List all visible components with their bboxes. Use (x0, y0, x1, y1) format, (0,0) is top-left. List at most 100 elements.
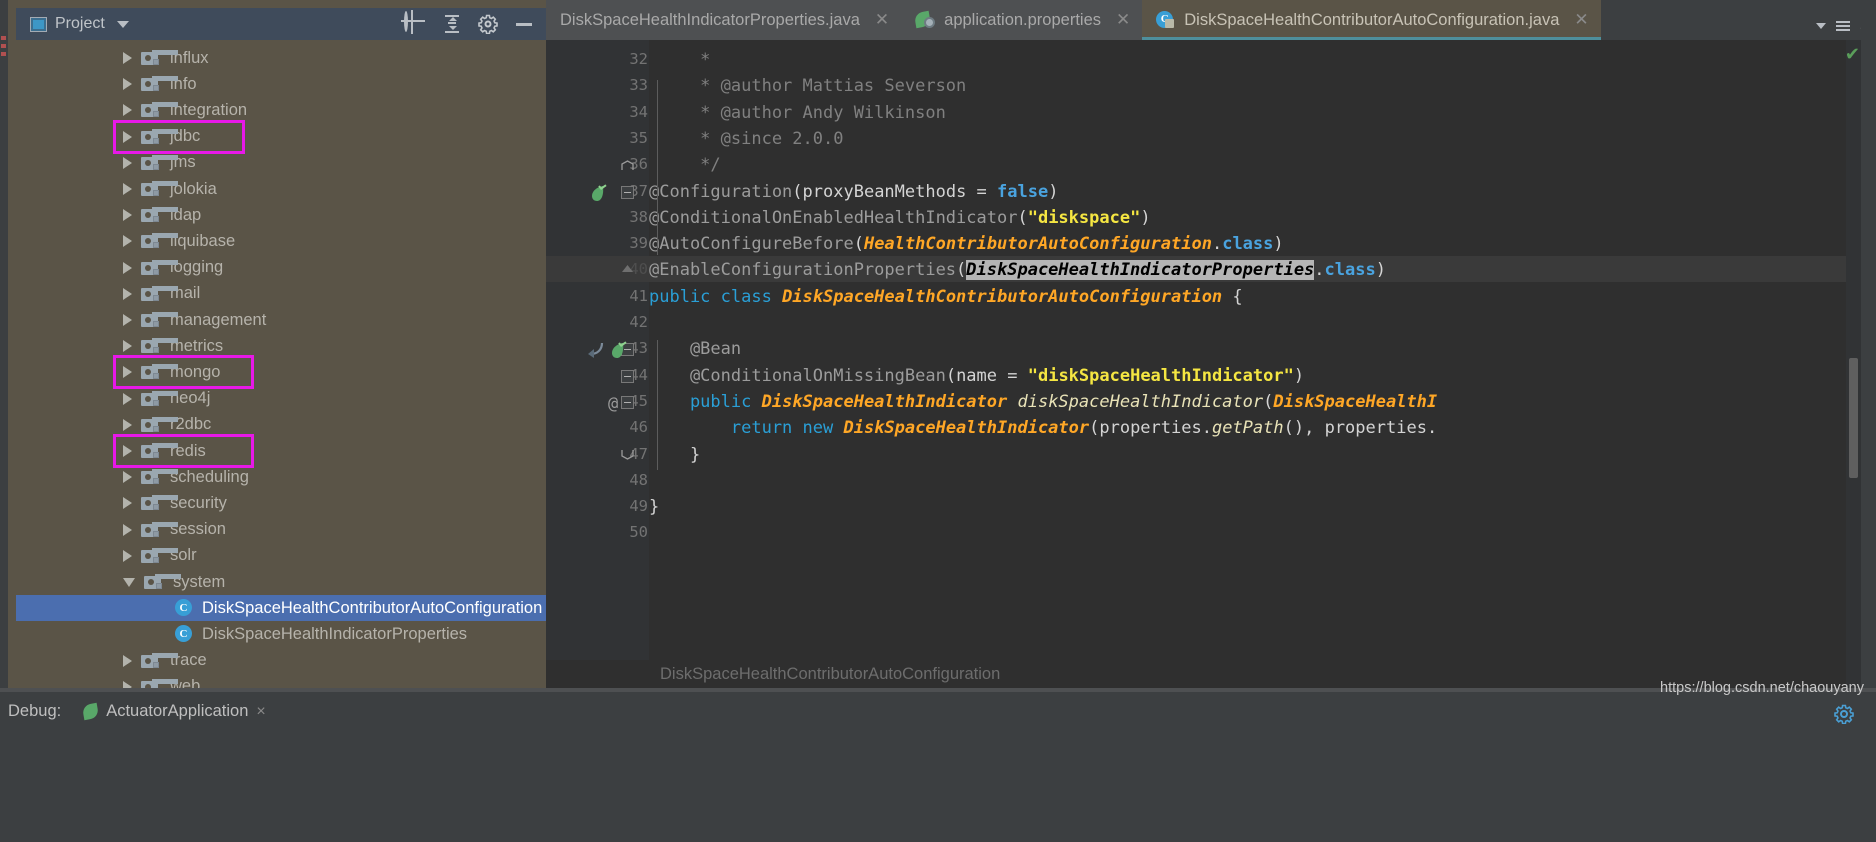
tree-folder-item[interactable]: security (16, 490, 546, 516)
spring-bean-icon[interactable] (608, 341, 627, 360)
code-token: false (997, 181, 1049, 202)
bottom-settings-gear-icon[interactable] (1834, 704, 1854, 724)
chevron-right-icon[interactable] (123, 680, 132, 688)
code-fold-marker[interactable] (621, 395, 634, 409)
close-icon[interactable]: × (256, 703, 265, 721)
chevron-down-icon[interactable] (123, 577, 135, 587)
code-token: */ (649, 155, 721, 176)
chevron-right-icon[interactable] (123, 156, 132, 169)
code-fold-marker[interactable] (621, 369, 634, 383)
chevron-right-icon[interactable] (123, 418, 132, 431)
chevron-right-icon[interactable] (123, 52, 132, 64)
project-tree[interactable]: influx info integration jdbc jms jolokia ldap l… (16, 40, 546, 688)
tree-class-item[interactable]: C DiskSpaceHealthIndicatorProperties (16, 621, 546, 647)
hide-window-icon[interactable] (514, 14, 534, 34)
code-line: */ (649, 155, 721, 176)
chevron-right-icon[interactable] (123, 392, 132, 405)
settings-gear-icon[interactable] (478, 14, 498, 34)
close-icon[interactable]: ✕ (875, 10, 889, 30)
chevron-right-icon[interactable] (123, 314, 132, 326)
code-fold-marker[interactable] (621, 449, 634, 460)
tree-folder-item[interactable]: info (16, 71, 546, 97)
tree-folder-item[interactable]: jolokia (16, 176, 546, 202)
chevron-right-icon[interactable] (123, 209, 132, 222)
tree-folder-item[interactable]: influx (16, 45, 546, 71)
tree-folder-item[interactable]: scheduling (16, 464, 546, 490)
tree-folder-item[interactable]: web (16, 674, 546, 688)
code-fold-marker[interactable] (621, 160, 634, 171)
tree-item-label: management (170, 310, 267, 329)
locate-target-icon[interactable] (404, 11, 426, 35)
code-token: properties (1324, 418, 1427, 439)
tab-list-icon[interactable] (1836, 21, 1851, 31)
project-title-group[interactable]: Project (16, 15, 404, 33)
code-token: = (997, 365, 1028, 386)
tree-folder-item[interactable]: integration (16, 97, 546, 123)
tree-folder-item[interactable]: redis (16, 438, 546, 464)
chevron-down-icon[interactable] (116, 20, 129, 28)
tree-item-label: DiskSpaceHealthContributorAutoConfigurat… (202, 598, 543, 617)
tree-folder-item[interactable]: ldap (16, 202, 546, 228)
chevron-right-icon[interactable] (123, 340, 132, 353)
chevron-right-icon[interactable] (123, 261, 132, 274)
editor-marker-column[interactable] (1846, 40, 1861, 688)
tree-folder-item[interactable]: session (16, 517, 546, 543)
project-title: Project (55, 15, 105, 32)
at-sign-icon[interactable]: @ (608, 394, 618, 414)
chevron-right-icon[interactable] (123, 471, 132, 484)
chevron-right-icon[interactable] (123, 130, 132, 143)
spring-boot-icon (82, 702, 100, 721)
chevron-right-icon[interactable] (123, 497, 132, 510)
editor-tab[interactable]: application.properties ✕ (901, 0, 1143, 40)
java-class-locked-icon: C (1156, 10, 1175, 30)
tree-folder-item[interactable]: neo4j (16, 386, 546, 412)
tree-folder-item[interactable]: management (16, 307, 546, 333)
tree-folder-item[interactable]: metrics (16, 333, 546, 359)
folder-icon (144, 574, 181, 590)
tree-folder-item[interactable]: system (16, 569, 546, 595)
code-token: ( (1017, 207, 1028, 228)
close-icon[interactable]: ✕ (1116, 10, 1130, 30)
tree-folder-item[interactable]: trace (16, 648, 546, 674)
run-configuration-tab[interactable]: ActuatorApplication × (82, 702, 266, 721)
tree-class-item[interactable]: C DiskSpaceHealthContributorAutoConfigura… (16, 595, 546, 622)
chevron-right-icon[interactable] (123, 654, 132, 667)
chevron-right-icon[interactable] (123, 287, 132, 300)
chevron-right-icon[interactable] (123, 78, 132, 91)
watermark: https://blog.csdn.net/chaouyany (1660, 680, 1864, 696)
tree-folder-item[interactable]: solr (16, 543, 546, 569)
code-token: @EnableConfigurationProperties (649, 260, 957, 281)
tree-folder-item[interactable]: mongo (16, 359, 546, 385)
chevron-right-icon[interactable] (123, 523, 132, 536)
spring-bean-icon[interactable] (588, 183, 607, 203)
editor-tab[interactable]: C DiskSpaceHealthContributorAutoConfigura… (1142, 0, 1602, 40)
editor-tab[interactable]: DiskSpaceHealthIndicatorProperties.java ✕ (546, 0, 902, 40)
override-arrow-icon[interactable] (586, 341, 604, 359)
folder-icon (141, 233, 178, 249)
code-token: @AutoConfigureBefore (649, 234, 854, 255)
chevron-right-icon[interactable] (123, 235, 132, 248)
chevron-down-icon[interactable] (1816, 23, 1827, 29)
collapse-all-icon[interactable] (442, 14, 462, 34)
code-editor[interactable]: 32 33 34 35 36 37 38 39 40 41 42 43 44 45 46 47 48 49 50 @ … (546, 40, 1861, 688)
tree-folder-item[interactable]: jdbc (16, 124, 546, 150)
tree-folder-item[interactable]: logging (16, 255, 546, 281)
tree-folder-item[interactable]: mail (16, 281, 546, 307)
tree-folder-item[interactable]: jms (16, 150, 546, 176)
editor-code-area[interactable]: * * @author Mattias Severson * @author A… (649, 40, 1861, 688)
line-number: 39 (629, 234, 648, 253)
chevron-right-icon[interactable] (123, 104, 132, 117)
tree-folder-item[interactable]: liquibase (16, 228, 546, 254)
chevron-right-icon[interactable] (123, 445, 132, 457)
tree-folder-item[interactable]: r2dbc (16, 412, 546, 438)
editor-vertical-scrollbar-thumb[interactable] (1849, 358, 1858, 478)
code-token: @Configuration (649, 181, 793, 202)
chevron-right-icon[interactable] (123, 366, 132, 379)
chevron-right-icon[interactable] (123, 549, 132, 562)
editor-gutter[interactable]: 32 33 34 35 36 37 38 39 40 41 42 43 44 45 46 47 48 49 50 @ (546, 40, 649, 688)
code-fold-marker[interactable] (621, 264, 633, 273)
chevron-right-icon[interactable] (123, 183, 132, 195)
code-fold-marker[interactable] (621, 185, 634, 199)
close-icon[interactable]: ✕ (1574, 10, 1588, 30)
code-token: name (956, 365, 998, 386)
